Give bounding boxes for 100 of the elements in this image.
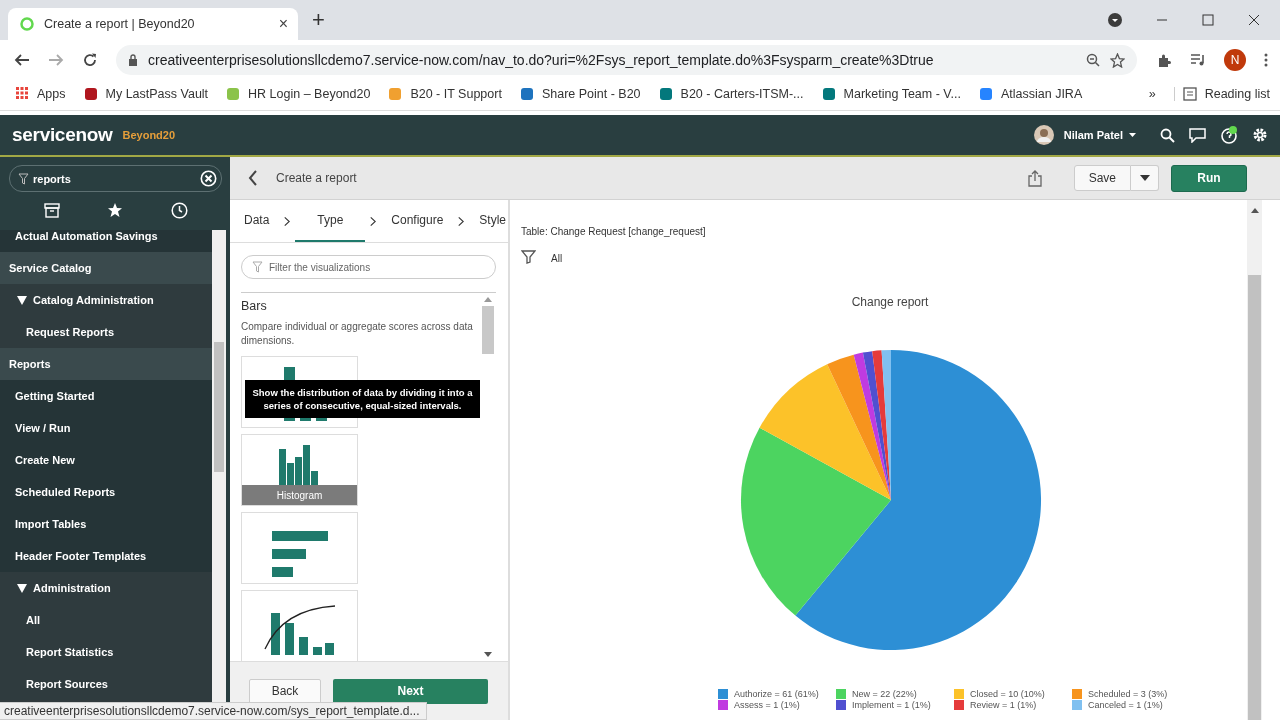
navigator-filter-field[interactable]: reports (9, 165, 222, 192)
nav-link[interactable]: Header Footer Templates (0, 540, 212, 572)
save-options-button[interactable] (1131, 165, 1159, 191)
page-icon (20, 17, 34, 31)
scroll-up-icon[interactable] (484, 297, 492, 302)
close-tab-button[interactable]: × (278, 15, 288, 33)
group-description: Compare individual or aggregate scores across data dimensions. (241, 320, 474, 348)
step-tab[interactable]: Configure (381, 200, 454, 242)
help-icon[interactable] (1220, 126, 1238, 144)
nav-link[interactable]: View / Run (0, 412, 212, 444)
scroll-up-icon[interactable] (1250, 208, 1259, 213)
tab-title: Create a report | Beyond20 (44, 17, 196, 31)
scrollbar[interactable] (1247, 200, 1262, 720)
filter-icon[interactable] (521, 250, 536, 267)
caret-icon[interactable] (1129, 133, 1136, 137)
bookmark[interactable]: B20 - Carters-ITSM-... (658, 86, 804, 101)
close-icon[interactable] (1248, 14, 1260, 26)
nav-section[interactable]: Reports (0, 348, 212, 380)
chat-icon[interactable] (1189, 127, 1206, 143)
group-title: Bars (241, 299, 268, 313)
horizontal-bar-chart-icon (271, 531, 328, 577)
nav-link[interactable]: Import Tables (0, 508, 212, 540)
pie-slice[interactable] (795, 349, 1041, 650)
maximize-icon[interactable] (1202, 14, 1214, 26)
legend-label: Implement = 1 (1%) (852, 700, 931, 710)
scroll-thumb[interactable] (214, 342, 224, 472)
menu-icon[interactable] (1264, 53, 1268, 67)
next-button[interactable]: Next (333, 678, 488, 704)
card-label: Histogram (242, 485, 357, 505)
nav-folder[interactable]: Administration (33, 582, 111, 594)
pie-slice[interactable] (740, 427, 891, 616)
puzzle-icon[interactable] (1157, 52, 1172, 68)
back-arrow-icon[interactable] (14, 52, 30, 68)
nav-folder[interactable]: Catalog Administration (33, 294, 154, 306)
zoom-icon[interactable] (1086, 53, 1100, 67)
filter-field[interactable]: Filter the visualizations (241, 255, 496, 279)
pie-slice[interactable] (862, 351, 891, 500)
url-status-tooltip: creativeenterprisesolutionsllcdemo7.service-now.com/sys_report_template.d... (0, 702, 427, 720)
reload-icon[interactable] (82, 52, 98, 68)
back-chevron-icon[interactable] (248, 170, 258, 186)
new-tab-button[interactable]: + (312, 7, 325, 33)
reading-list-icon (1182, 86, 1197, 101)
bookmark[interactable]: Marketing Team - V... (821, 86, 961, 101)
chevron-icon (370, 214, 377, 228)
star-icon[interactable] (1110, 52, 1125, 68)
media-icon[interactable] (1190, 53, 1206, 67)
legend-label: Scheduled = 3 (3%) (1088, 689, 1168, 699)
back-button[interactable]: Back (249, 678, 321, 704)
clear-icon[interactable] (200, 170, 217, 187)
tab-search-icon[interactable] (1108, 13, 1122, 27)
pie-slice[interactable] (853, 352, 891, 500)
bookmark[interactable]: Atlassian JIRA (978, 86, 1083, 101)
step-tab[interactable]: Style (469, 200, 516, 242)
save-button[interactable]: Save (1073, 165, 1131, 191)
scroll-thumb[interactable] (482, 306, 494, 354)
pareto-chart-icon (262, 605, 337, 655)
filter-condition: All (551, 253, 563, 264)
expand-triangle-icon[interactable] (17, 583, 27, 593)
settings-icon[interactable] (1252, 127, 1268, 143)
user-menu[interactable]: Nilam Patel (1063, 129, 1123, 141)
legend-label: Canceled = 1 (1%) (1088, 700, 1163, 710)
search-icon[interactable] (1160, 127, 1175, 143)
address-bar[interactable]: creativeenterprisesolutionsllcdemo7.service-now.com/nav_to.do?uri=%2Fsys_report_template.do%3Fsysparm_create%3Dtrue (116, 45, 1137, 75)
chevron-icon (458, 214, 465, 228)
filter-icon (18, 172, 29, 185)
bookmark[interactable]: B20 - IT Support (388, 86, 502, 101)
clock-icon (171, 201, 189, 219)
chart-type-card[interactable]: Histogram (241, 434, 358, 506)
archive-icon (43, 202, 60, 218)
caret-icon (1139, 175, 1150, 181)
nav-section[interactable]: Service Catalog (0, 252, 212, 284)
bookmark[interactable]: My LastPass Vault (83, 86, 209, 101)
pie-slice[interactable] (827, 354, 891, 500)
legend-label: Assess = 1 (1%) (734, 700, 800, 710)
user-avatar[interactable] (1033, 125, 1054, 145)
table-name: Table: Change Request [change_request] (521, 226, 707, 237)
scroll-thumb[interactable] (1248, 275, 1261, 720)
filter-icon (252, 261, 263, 273)
share-icon[interactable] (1027, 169, 1042, 187)
nav-link[interactable]: Actual Automation Savings (0, 230, 212, 252)
bookmark[interactable]: HR Login – Beyond20 (226, 86, 371, 101)
nav-link[interactable]: Getting Started (0, 380, 212, 412)
page-title: Create a report (276, 171, 357, 185)
scroll-down-icon[interactable] (484, 652, 492, 657)
bookmark[interactable]: Share Point - B20 (519, 86, 641, 101)
nav-link[interactable]: Scheduled Reports (0, 476, 212, 508)
pie-slice[interactable] (759, 364, 891, 500)
lock-icon (128, 54, 138, 66)
nav-link[interactable]: Create New (0, 444, 212, 476)
reading-list-button[interactable]: Reading list (1173, 86, 1270, 101)
run-button[interactable]: Run (1171, 164, 1247, 192)
browser-tab[interactable]: Create a report | Beyond20 × (8, 8, 298, 40)
bookmark[interactable]: Apps (16, 86, 66, 101)
logo[interactable]: servicenow (12, 124, 113, 146)
step-tab[interactable]: Data (234, 200, 280, 242)
profile-avatar[interactable]: N (1224, 49, 1246, 71)
expand-triangle-icon[interactable] (17, 295, 27, 305)
more-bookmarks-button[interactable]: » (1148, 86, 1156, 101)
star-icon (107, 202, 124, 218)
step-tab[interactable]: Type (295, 200, 366, 242)
